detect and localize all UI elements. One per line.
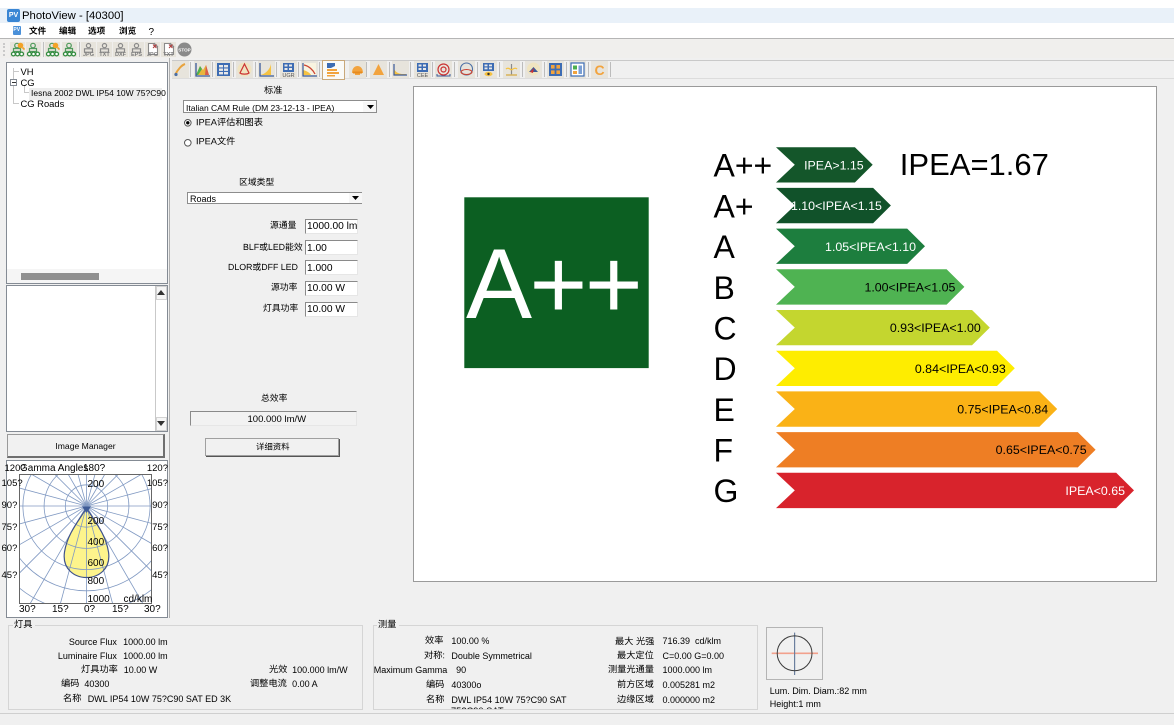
svg-text:TXT: TXT <box>164 52 175 57</box>
svg-text:IPEA=1.67: IPEA=1.67 <box>900 147 1049 182</box>
svg-text:JPG: JPG <box>147 52 158 57</box>
svg-text:1.10<IPEA<1.15: 1.10<IPEA<1.15 <box>791 199 882 213</box>
svg-text:0.93<IPEA<1.00: 0.93<IPEA<1.00 <box>890 321 981 335</box>
svg-text:D: D <box>714 351 737 387</box>
svg-text:C: C <box>594 62 604 78</box>
svg-text:TXT: TXT <box>99 52 110 57</box>
svg-text:B: B <box>714 270 735 306</box>
svg-text:0.84<IPEA<0.93: 0.84<IPEA<0.93 <box>915 362 1006 376</box>
svg-text:UGR: UGR <box>282 73 294 78</box>
svg-text:CEE: CEE <box>416 73 428 78</box>
svg-text:STOP: STOP <box>178 48 190 53</box>
svg-text:A+: A+ <box>714 188 754 224</box>
svg-text:A: A <box>714 229 736 265</box>
svg-text:0.75<IPEA<0.84: 0.75<IPEA<0.84 <box>957 403 1048 417</box>
svg-text:E: E <box>714 392 735 428</box>
svg-text:0.65<IPEA<0.75: 0.65<IPEA<0.75 <box>996 443 1087 457</box>
svg-text:JPG: JPG <box>83 52 94 57</box>
svg-text:1.00<IPEA<1.05: 1.00<IPEA<1.05 <box>864 280 955 294</box>
svg-text:EPS: EPS <box>131 52 142 57</box>
svg-text:G: G <box>714 473 739 509</box>
svg-text:IPEA<0.65: IPEA<0.65 <box>1065 484 1125 498</box>
svg-text:F: F <box>714 433 734 469</box>
svg-text:1.05<IPEA<1.10: 1.05<IPEA<1.10 <box>825 240 916 254</box>
svg-text:A++: A++ <box>466 228 640 339</box>
svg-text:DXF: DXF <box>115 52 127 57</box>
svg-text:IPEA>1.15: IPEA>1.15 <box>804 158 864 172</box>
svg-text:A++: A++ <box>714 148 773 184</box>
svg-text:C: C <box>714 310 737 346</box>
